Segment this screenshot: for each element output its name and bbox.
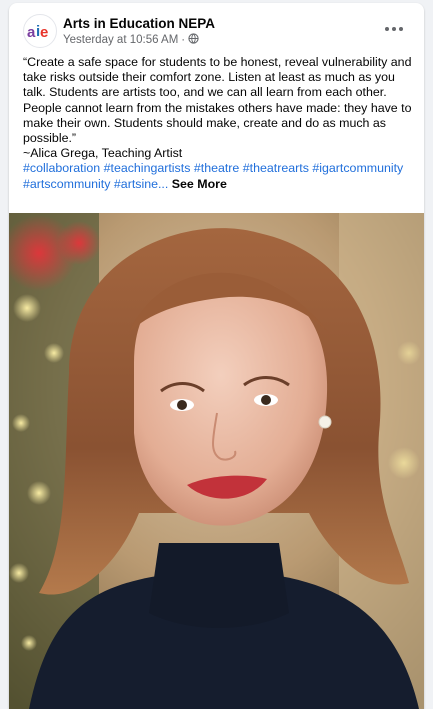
logo-letter-a: a	[27, 24, 36, 41]
globe-icon	[188, 33, 199, 47]
hashtag-link[interactable]: #theatre	[194, 161, 239, 175]
post-text: “Create a safe space for students to be …	[23, 55, 413, 192]
hashtag-link[interactable]: #collaboration	[23, 161, 100, 175]
logo-letter-e: e	[40, 24, 48, 41]
post-quote: “Create a safe space for students to be …	[23, 55, 412, 146]
page-name-link[interactable]: Arts in Education NEPA	[63, 16, 215, 31]
post-timestamp[interactable]: Yesterday at 10:56 AM	[63, 34, 178, 46]
aie-logo: a i e	[27, 23, 48, 41]
hashtag-link[interactable]: #theatrearts	[243, 161, 309, 175]
hashtag-list: #collaboration #teachingartists #theatre…	[23, 161, 413, 191]
hashtag-link[interactable]: #igartcommunity	[312, 161, 403, 175]
post-photo[interactable]	[9, 213, 424, 709]
see-more-button[interactable]: See More	[172, 177, 227, 191]
hashtag-truncated-link[interactable]: #artsine...	[114, 177, 168, 191]
post-meta: Yesterday at 10:56 AM ·	[63, 33, 199, 47]
post-card: a i e Arts in Education NEPA Yesterday a…	[9, 3, 424, 709]
hashtag-link[interactable]: #teachingartists	[104, 161, 191, 175]
page-avatar[interactable]: a i e	[23, 14, 57, 48]
portrait-image	[9, 213, 424, 709]
hashtag-link[interactable]: #artscommunity	[23, 177, 110, 191]
more-horizontal-icon[interactable]	[380, 18, 408, 40]
post-header: a i e Arts in Education NEPA Yesterday a…	[23, 14, 414, 50]
meta-separator: ·	[181, 34, 186, 46]
post-attribution: ~Alica Grega, Teaching Artist	[23, 146, 183, 161]
